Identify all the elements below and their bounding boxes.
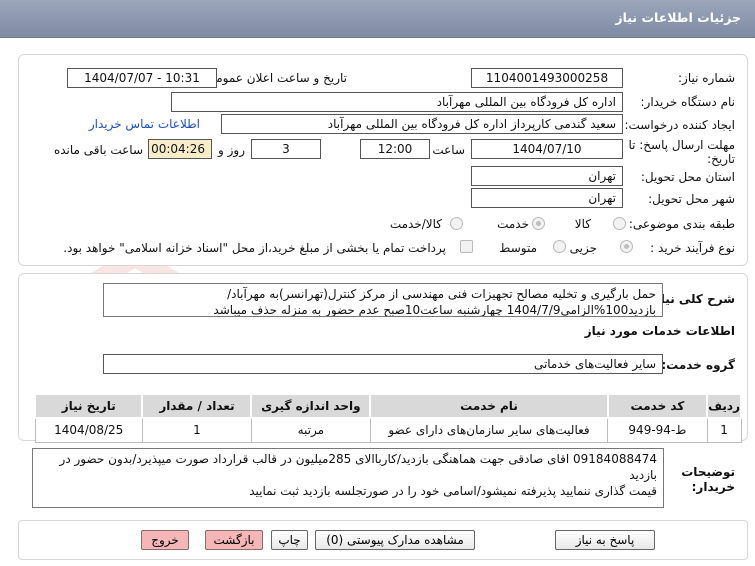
back-button[interactable]: بازگشت [205, 530, 263, 550]
city-field: تهران [471, 188, 623, 208]
need-number-label: شماره نیاز: [678, 71, 735, 85]
announce-label: تاریخ و ساعت اعلان عمومی: [202, 71, 347, 85]
cell-unit: مرتبه [250, 417, 371, 443]
process-option-medium: متوسط [499, 241, 537, 255]
col-service-name: نام خدمت [369, 393, 609, 419]
buyer-label: نام دستگاه خریدار: [640, 95, 736, 109]
deadline-label-date: تاریخ: [707, 152, 735, 166]
cell-service-code: ط-94-949 [607, 417, 708, 443]
deadline-time-field: 12:00 [360, 139, 430, 159]
category-radio-service[interactable] [532, 217, 545, 230]
buyer-notes-textarea: 09184088474 اقای صادقی جهت هماهنگی بازدی… [32, 448, 664, 508]
col-need-date: تاریخ نیاز [33, 393, 144, 419]
deadline-label: مهلت ارسال پاسخ: تا [628, 138, 735, 152]
deadline-time-label: ساعت [432, 143, 465, 157]
city-label: شهر محل تحویل: [648, 192, 735, 206]
table-row: 1 ط-94-949 فعالیت‌های سایر سازمان‌های دا… [34, 417, 742, 443]
col-unit: واحد اندازه گیری [250, 393, 372, 419]
services-table: ردیف کد خدمت نام خدمت واحد اندازه گیری ت… [33, 393, 742, 443]
buyer-notes-label-2: خریدار: [691, 480, 735, 494]
summary-line-1: حمل بارگیری و تخلیه مصالح تجهیزات فنی مه… [227, 287, 656, 301]
province-label: استان محل تحویل: [640, 170, 735, 184]
category-option-goods: کالا [574, 217, 591, 231]
process-option-minor: جزیی [569, 241, 597, 255]
reply-button[interactable]: پاسخ به نیاز [555, 530, 655, 550]
cell-quantity: 1 [141, 417, 252, 443]
creator-label: ایجاد کننده درخواست: [624, 118, 735, 132]
remaining-timer: 00:04:26 [148, 139, 212, 159]
process-radio-medium[interactable] [553, 240, 566, 253]
services-section-title: اطلاعات خدمات مورد نیاز [584, 324, 735, 338]
buyer-field: اداره کل فرودگاه بین المللی مهرآباد [171, 92, 623, 112]
remaining-label: ساعت باقی مانده [53, 143, 143, 157]
buyer-notes-label: توضیحات [681, 465, 735, 479]
attachments-button[interactable]: مشاهده مدارک پیوستی (0) [315, 530, 475, 550]
need-number-field: 1104001493000258 [471, 68, 623, 88]
buyer-notes-line-2: قیمت گذاری ننمایید پذیرفته نمیشود/اسامی … [249, 484, 657, 498]
exit-button[interactable]: خروج [141, 530, 189, 550]
creator-field: سعید گندمی کارپرداز اداره کل فرودگاه بین… [221, 114, 623, 134]
summary-textarea: حمل بارگیری و تخلیه مصالح تجهیزات فنی مه… [103, 283, 663, 317]
payment-checkbox[interactable] [460, 240, 473, 253]
province-field: تهران [471, 166, 623, 186]
days-field: 3 [251, 139, 321, 159]
summary-line-2: بازدید100%الزامی1404/7/9 چهارشنبه ساعت10… [213, 303, 656, 317]
page-title: جزئیات اطلاعات نیاز [615, 10, 741, 25]
print-button[interactable]: چاپ [271, 530, 308, 550]
process-label: نوع فرآیند خرید : [650, 241, 735, 255]
process-radio-minor[interactable] [620, 240, 633, 253]
col-row-number: ردیف [706, 393, 742, 419]
buyer-contact-link[interactable]: اطلاعات تماس خریدار [89, 117, 200, 131]
category-label: طبقه بندی موضوعی: [628, 217, 735, 231]
cell-need-date: 1404/08/25 [34, 417, 143, 443]
service-group-label: گروه خدمت: [661, 358, 735, 372]
deadline-date-field: 1404/07/10 [471, 139, 623, 159]
category-option-service: خدمت [497, 217, 529, 231]
cell-service-name: فعالیت‌های سایر سازمان‌های دارای عضو [369, 417, 609, 443]
buyer-notes-line-1: 09184088474 اقای صادقی جهت هماهنگی بازدی… [59, 452, 657, 482]
page-header: جزئیات اطلاعات نیاز [0, 0, 755, 38]
col-service-code: کد خدمت [606, 393, 709, 419]
category-radio-goods[interactable] [613, 217, 626, 230]
category-option-goods-service: کالا/خدمت [389, 217, 442, 231]
table-header-row: ردیف کد خدمت نام خدمت واحد اندازه گیری ت… [33, 393, 742, 419]
payment-note: پرداخت تمام یا بخشی از مبلغ خرید،از محل … [63, 241, 446, 255]
days-label: روز و [218, 143, 245, 157]
col-quantity: تعداد / مقدار [141, 393, 253, 419]
service-group-field: سایر فعالیت‌های خدماتی [103, 354, 663, 374]
announce-field: 1404/07/07 - 10:31 [67, 68, 217, 88]
cell-row-number: 1 [706, 417, 742, 443]
category-radio-goods-service[interactable] [450, 217, 463, 230]
